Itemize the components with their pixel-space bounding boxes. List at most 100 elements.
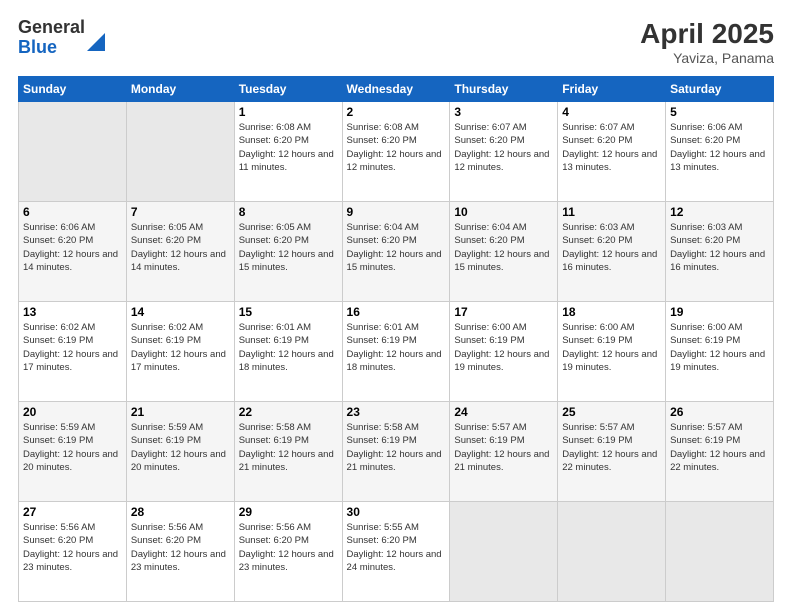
header-wednesday: Wednesday (342, 77, 450, 102)
day-info: Sunrise: 6:00 AM Sunset: 6:19 PM Dayligh… (670, 321, 769, 374)
day-info: Sunrise: 6:08 AM Sunset: 6:20 PM Dayligh… (347, 121, 446, 174)
day-number: 24 (454, 405, 553, 419)
day-number: 15 (239, 305, 338, 319)
day-info: Sunrise: 6:07 AM Sunset: 6:20 PM Dayligh… (562, 121, 661, 174)
day-info: Sunrise: 5:57 AM Sunset: 6:19 PM Dayligh… (454, 421, 553, 474)
day-number: 1 (239, 105, 338, 119)
day-info: Sunrise: 6:08 AM Sunset: 6:20 PM Dayligh… (239, 121, 338, 174)
day-number: 23 (347, 405, 446, 419)
table-row: 11 Sunrise: 6:03 AM Sunset: 6:20 PM Dayli… (558, 202, 666, 302)
day-number: 11 (562, 205, 661, 219)
day-info: Sunrise: 6:03 AM Sunset: 6:20 PM Dayligh… (670, 221, 769, 274)
day-number: 4 (562, 105, 661, 119)
table-row (19, 102, 127, 202)
day-number: 27 (23, 505, 122, 519)
table-row (558, 502, 666, 602)
table-row: 29 Sunrise: 5:56 AM Sunset: 6:20 PM Dayli… (234, 502, 342, 602)
day-number: 9 (347, 205, 446, 219)
table-row: 14 Sunrise: 6:02 AM Sunset: 6:19 PM Dayli… (126, 302, 234, 402)
header-thursday: Thursday (450, 77, 558, 102)
day-info: Sunrise: 6:05 AM Sunset: 6:20 PM Dayligh… (239, 221, 338, 274)
header-tuesday: Tuesday (234, 77, 342, 102)
day-number: 17 (454, 305, 553, 319)
table-row: 21 Sunrise: 5:59 AM Sunset: 6:19 PM Dayli… (126, 402, 234, 502)
table-row: 19 Sunrise: 6:00 AM Sunset: 6:19 PM Dayli… (666, 302, 774, 402)
day-number: 8 (239, 205, 338, 219)
table-row (666, 502, 774, 602)
day-info: Sunrise: 6:00 AM Sunset: 6:19 PM Dayligh… (562, 321, 661, 374)
day-info: Sunrise: 6:02 AM Sunset: 6:19 PM Dayligh… (131, 321, 230, 374)
day-number: 20 (23, 405, 122, 419)
header-sunday: Sunday (19, 77, 127, 102)
table-row: 6 Sunrise: 6:06 AM Sunset: 6:20 PM Daylig… (19, 202, 127, 302)
table-row: 1 Sunrise: 6:08 AM Sunset: 6:20 PM Daylig… (234, 102, 342, 202)
day-info: Sunrise: 6:01 AM Sunset: 6:19 PM Dayligh… (239, 321, 338, 374)
day-info: Sunrise: 5:58 AM Sunset: 6:19 PM Dayligh… (239, 421, 338, 474)
day-number: 12 (670, 205, 769, 219)
day-number: 25 (562, 405, 661, 419)
day-number: 5 (670, 105, 769, 119)
table-row: 4 Sunrise: 6:07 AM Sunset: 6:20 PM Daylig… (558, 102, 666, 202)
day-info: Sunrise: 5:56 AM Sunset: 6:20 PM Dayligh… (239, 521, 338, 574)
day-info: Sunrise: 5:57 AM Sunset: 6:19 PM Dayligh… (562, 421, 661, 474)
day-number: 13 (23, 305, 122, 319)
day-info: Sunrise: 5:56 AM Sunset: 6:20 PM Dayligh… (23, 521, 122, 574)
day-info: Sunrise: 6:00 AM Sunset: 6:19 PM Dayligh… (454, 321, 553, 374)
table-row: 22 Sunrise: 5:58 AM Sunset: 6:19 PM Dayli… (234, 402, 342, 502)
day-number: 2 (347, 105, 446, 119)
title-block: April 2025 Yaviza, Panama (640, 18, 774, 66)
day-info: Sunrise: 5:57 AM Sunset: 6:19 PM Dayligh… (670, 421, 769, 474)
day-info: Sunrise: 6:04 AM Sunset: 6:20 PM Dayligh… (454, 221, 553, 274)
location: Yaviza, Panama (640, 50, 774, 66)
table-row: 16Sunrise: 6:01 AM Sunset: 6:19 PM Dayli… (342, 302, 450, 402)
day-info: Sunrise: 5:59 AM Sunset: 6:19 PM Dayligh… (131, 421, 230, 474)
day-info: Sunrise: 5:56 AM Sunset: 6:20 PM Dayligh… (131, 521, 230, 574)
table-row: 8 Sunrise: 6:05 AM Sunset: 6:20 PM Daylig… (234, 202, 342, 302)
header-friday: Friday (558, 77, 666, 102)
day-number: 6 (23, 205, 122, 219)
table-row: 7 Sunrise: 6:05 AM Sunset: 6:20 PM Daylig… (126, 202, 234, 302)
table-row: 27 Sunrise: 5:56 AM Sunset: 6:20 PM Dayli… (19, 502, 127, 602)
day-info: Sunrise: 6:03 AM Sunset: 6:20 PM Dayligh… (562, 221, 661, 274)
logo-blue: Blue (18, 38, 85, 58)
day-info: Sunrise: 6:07 AM Sunset: 6:20 PM Dayligh… (454, 121, 553, 174)
day-number: 7 (131, 205, 230, 219)
header-saturday: Saturday (666, 77, 774, 102)
day-number: 29 (239, 505, 338, 519)
day-number: 3 (454, 105, 553, 119)
table-row: 12 Sunrise: 6:03 AM Sunset: 6:20 PM Dayli… (666, 202, 774, 302)
day-number: 26 (670, 405, 769, 419)
day-number: 21 (131, 405, 230, 419)
day-info: Sunrise: 5:55 AM Sunset: 6:20 PM Dayligh… (347, 521, 446, 574)
day-number: 14 (131, 305, 230, 319)
day-info: Sunrise: 5:58 AM Sunset: 6:19 PM Dayligh… (347, 421, 446, 474)
day-number: 18 (562, 305, 661, 319)
table-row: 10 Sunrise: 6:04 AM Sunset: 6:20 PM Dayli… (450, 202, 558, 302)
table-row: 2 Sunrise: 6:08 AM Sunset: 6:20 PM Daylig… (342, 102, 450, 202)
table-row: 9Sunrise: 6:04 AM Sunset: 6:20 PM Daylig… (342, 202, 450, 302)
weekday-header-row: Sunday Monday Tuesday Wednesday Thursday… (19, 77, 774, 102)
month-title: April 2025 (640, 18, 774, 50)
table-row: 28 Sunrise: 5:56 AM Sunset: 6:20 PM Dayli… (126, 502, 234, 602)
table-row: 13Sunrise: 6:02 AM Sunset: 6:19 PM Dayli… (19, 302, 127, 402)
day-info: Sunrise: 6:06 AM Sunset: 6:20 PM Dayligh… (670, 121, 769, 174)
table-row: 26 Sunrise: 5:57 AM Sunset: 6:19 PM Dayli… (666, 402, 774, 502)
table-row: 30Sunrise: 5:55 AM Sunset: 6:20 PM Dayli… (342, 502, 450, 602)
logo-icon (87, 33, 105, 51)
table-row: 18 Sunrise: 6:00 AM Sunset: 6:19 PM Dayli… (558, 302, 666, 402)
table-row: 20Sunrise: 5:59 AM Sunset: 6:19 PM Dayli… (19, 402, 127, 502)
day-info: Sunrise: 6:01 AM Sunset: 6:19 PM Dayligh… (347, 321, 446, 374)
day-number: 19 (670, 305, 769, 319)
calendar-table: Sunday Monday Tuesday Wednesday Thursday… (18, 76, 774, 602)
table-row: 24 Sunrise: 5:57 AM Sunset: 6:19 PM Dayli… (450, 402, 558, 502)
day-info: Sunrise: 6:06 AM Sunset: 6:20 PM Dayligh… (23, 221, 122, 274)
logo: General Blue (18, 18, 105, 58)
table-row: 3 Sunrise: 6:07 AM Sunset: 6:20 PM Daylig… (450, 102, 558, 202)
day-number: 28 (131, 505, 230, 519)
day-info: Sunrise: 6:05 AM Sunset: 6:20 PM Dayligh… (131, 221, 230, 274)
logo-general: General (18, 18, 85, 38)
day-number: 10 (454, 205, 553, 219)
table-row: 5 Sunrise: 6:06 AM Sunset: 6:20 PM Daylig… (666, 102, 774, 202)
day-number: 22 (239, 405, 338, 419)
table-row: 15 Sunrise: 6:01 AM Sunset: 6:19 PM Dayli… (234, 302, 342, 402)
